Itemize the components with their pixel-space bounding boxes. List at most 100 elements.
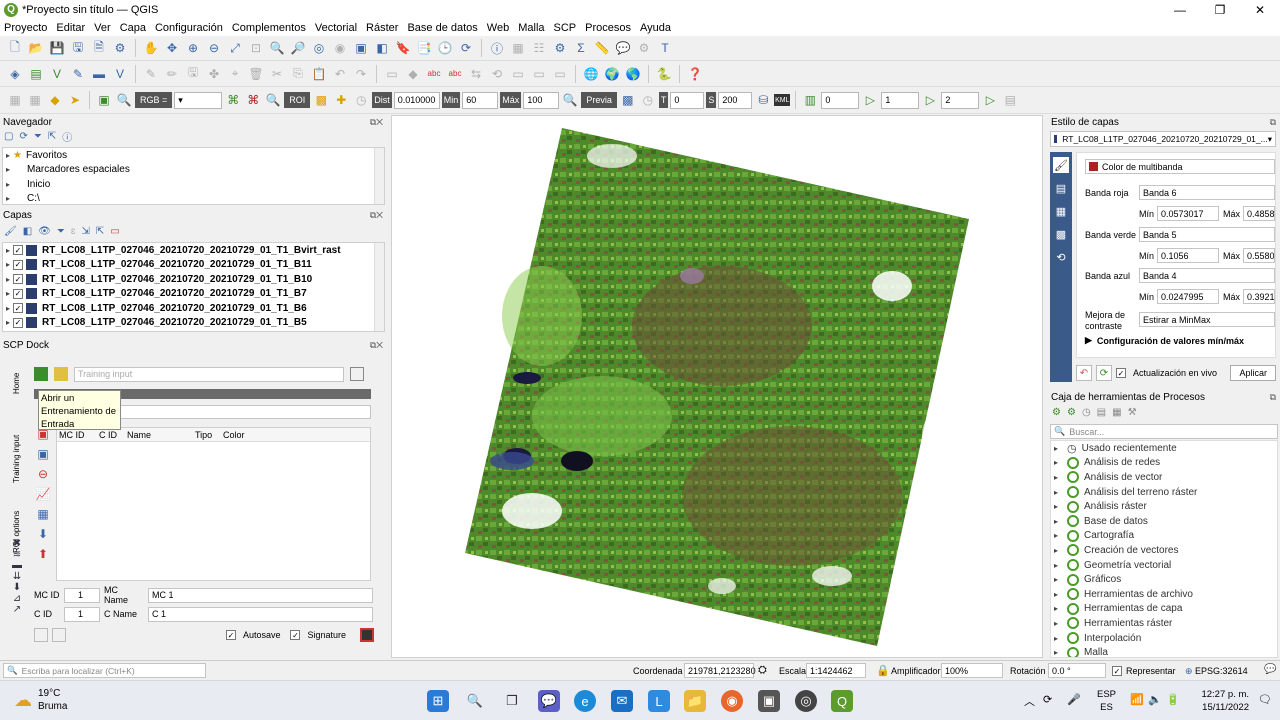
processing-search[interactable]: 🔍 Buscar...: [1050, 424, 1278, 439]
remove-training-icon[interactable]: [350, 367, 364, 381]
expand-icon[interactable]: ▸: [3, 304, 13, 313]
expand-icon[interactable]: ▸: [1051, 502, 1061, 511]
column-header[interactable]: Name: [127, 430, 195, 440]
menu-item[interactable]: Vectorial: [315, 22, 357, 34]
redo-icon[interactable]: ↷: [352, 65, 370, 83]
tray-chevron-icon[interactable]: ︿: [1024, 693, 1035, 709]
scripts-icon[interactable]: ⚙: [1067, 407, 1076, 418]
add-vector-icon[interactable]: V: [48, 65, 66, 83]
firefox-icon[interactable]: ◉: [721, 690, 743, 712]
layer-row[interactable]: ▸ ✓ RT_LC08_L1TP_027046_20210720_20210729_…: [3, 258, 384, 273]
messages-icon[interactable]: 💬: [1264, 664, 1276, 675]
new-map-view-icon[interactable]: ▣: [352, 39, 370, 57]
sum-icon[interactable]: Σ: [572, 39, 590, 57]
signature-checkbox[interactable]: ✓: [290, 630, 301, 640]
mc-name-input[interactable]: MC 1: [148, 587, 373, 603]
expand-icon[interactable]: ▸: [3, 289, 13, 298]
column-header[interactable]: Color: [223, 430, 263, 440]
tool-a-icon[interactable]: ▦: [6, 91, 24, 109]
open-training-input-icon[interactable]: [54, 367, 68, 381]
menu-item[interactable]: SCP: [554, 22, 577, 34]
scatter-roi-icon[interactable]: ▦: [37, 507, 48, 521]
processing-group[interactable]: ▸ Gráficos: [1051, 572, 1277, 587]
green-min-input[interactable]: 0.1056: [1157, 248, 1219, 263]
layer-row[interactable]: ▸ ✓ RT_LC08_L1TP_027046_20210720_20210729_…: [3, 301, 384, 316]
render-checkbox[interactable]: ✓: [1112, 666, 1122, 676]
band-next2-icon[interactable]: ▷: [921, 91, 939, 109]
layer-visibility-checkbox[interactable]: ✓: [13, 303, 23, 314]
start-icon[interactable]: ⊞: [427, 690, 449, 712]
print-layout-icon[interactable]: 🗎: [90, 39, 108, 57]
new-project-icon[interactable]: 🗋: [6, 39, 24, 57]
apply-button[interactable]: Aplicar: [1230, 365, 1276, 381]
band-input-1[interactable]: 0: [821, 91, 860, 109]
expression-filter-icon[interactable]: ɛ: [71, 226, 76, 237]
scp-band-icon[interactable]: ▣: [95, 91, 113, 109]
panel-float-close-icon[interactable]: ⧉: [1270, 117, 1276, 128]
identify-icon[interactable]: ⓘ: [488, 39, 506, 57]
list-item[interactable]: ▸ C:\: [3, 192, 384, 204]
band-input-2[interactable]: 1: [881, 91, 920, 109]
add-selected-icon[interactable]: ▢: [4, 131, 13, 142]
delete-icon[interactable]: 🗑: [247, 65, 265, 83]
processing-group[interactable]: ▸ Herramientas de capa: [1051, 602, 1277, 617]
band-next-icon[interactable]: ▷: [861, 91, 879, 109]
scp-database-icon[interactable]: ⛁: [754, 91, 772, 109]
cut-icon[interactable]: ✂: [268, 65, 286, 83]
map-canvas[interactable]: [391, 115, 1043, 658]
python-icon[interactable]: 🐍: [655, 65, 673, 83]
app-icon[interactable]: ▣: [758, 690, 780, 712]
panel-float-close-icon[interactable]: ⧉✕: [370, 340, 383, 351]
collapse-all-icon[interactable]: ⇱: [96, 226, 104, 237]
store-icon[interactable]: L: [648, 690, 670, 712]
refresh-style-icon[interactable]: ⟳: [1096, 365, 1112, 381]
export-roi-icon[interactable]: ⬆: [38, 547, 48, 561]
expand-icon[interactable]: ▸: [1051, 561, 1061, 570]
expand-icon[interactable]: ▸: [3, 246, 13, 255]
label-diagram-icon[interactable]: ▭: [551, 65, 569, 83]
preview-color-icon[interactable]: ▩: [619, 91, 637, 109]
processing-group[interactable]: ▸ Interpolación: [1051, 631, 1277, 646]
weather-widget[interactable]: ☁ 19°C Bruma: [14, 687, 67, 713]
pencil-icon[interactable]: ✏: [163, 65, 181, 83]
live-update-checkbox[interactable]: ✓: [1116, 368, 1126, 378]
expand-icon[interactable]: ▸: [3, 275, 13, 284]
mc-id-spinner[interactable]: 1: [64, 587, 100, 603]
expand-icon[interactable]: ▸: [1051, 458, 1061, 467]
zoom-selection-icon[interactable]: ⊡: [247, 39, 265, 57]
vertex-tool-icon[interactable]: ⌖: [226, 65, 244, 83]
expand-icon[interactable]: ▸: [1051, 546, 1061, 555]
scp-rgb-b-icon[interactable]: ⌘: [244, 91, 262, 109]
undo-icon[interactable]: ↶: [331, 65, 349, 83]
map-tips-icon[interactable]: 💬: [614, 39, 632, 57]
filter-icon[interactable]: ⏷: [34, 131, 42, 142]
renderer-select[interactable]: Color de multibanda: [1085, 159, 1275, 174]
scrollbar[interactable]: [374, 148, 384, 204]
expand-icon[interactable]: ▸: [1051, 575, 1061, 584]
scp-zoom-icon[interactable]: 🔍: [115, 91, 133, 109]
models-icon[interactable]: ⚙: [1052, 407, 1061, 418]
rgb-combo[interactable]: ▾: [174, 91, 223, 109]
list-item[interactable]: ▸ Inicio: [3, 177, 384, 192]
c-id-spinner[interactable]: 1: [64, 606, 100, 622]
measure-icon[interactable]: 📏: [593, 39, 611, 57]
expand-icon[interactable]: ▸: [1051, 473, 1061, 482]
processing-group[interactable]: ▸ Geometría vectorial: [1051, 558, 1277, 573]
panel-float-close-icon[interactable]: ⧉✕: [370, 210, 383, 221]
collapse-icon[interactable]: ⇱: [48, 131, 56, 142]
tool-b-icon[interactable]: ▦: [26, 91, 44, 109]
options-icon[interactable]: ⚒: [1128, 407, 1137, 418]
expand-all-icon[interactable]: ⇲: [81, 226, 89, 237]
layer-row[interactable]: ▸ ✓ RT_LC08_L1TP_027046_20210720_20210729_…: [3, 287, 384, 302]
t-input[interactable]: 0: [670, 91, 705, 109]
zoom-out-icon[interactable]: ⊖: [205, 39, 223, 57]
vector-edit-icon[interactable]: V: [111, 65, 129, 83]
expand-icon[interactable]: ▸: [3, 318, 13, 327]
magnifier-input[interactable]: 100%: [941, 663, 1003, 678]
new-3d-view-icon[interactable]: ◧: [373, 39, 391, 57]
menu-item[interactable]: Web: [487, 22, 509, 34]
zoom-last-icon[interactable]: ◎: [310, 39, 328, 57]
column-header[interactable]: Tipo: [195, 430, 223, 440]
add-group-icon[interactable]: ◧: [23, 226, 32, 237]
expand-icon[interactable]: ▸: [1051, 531, 1061, 540]
